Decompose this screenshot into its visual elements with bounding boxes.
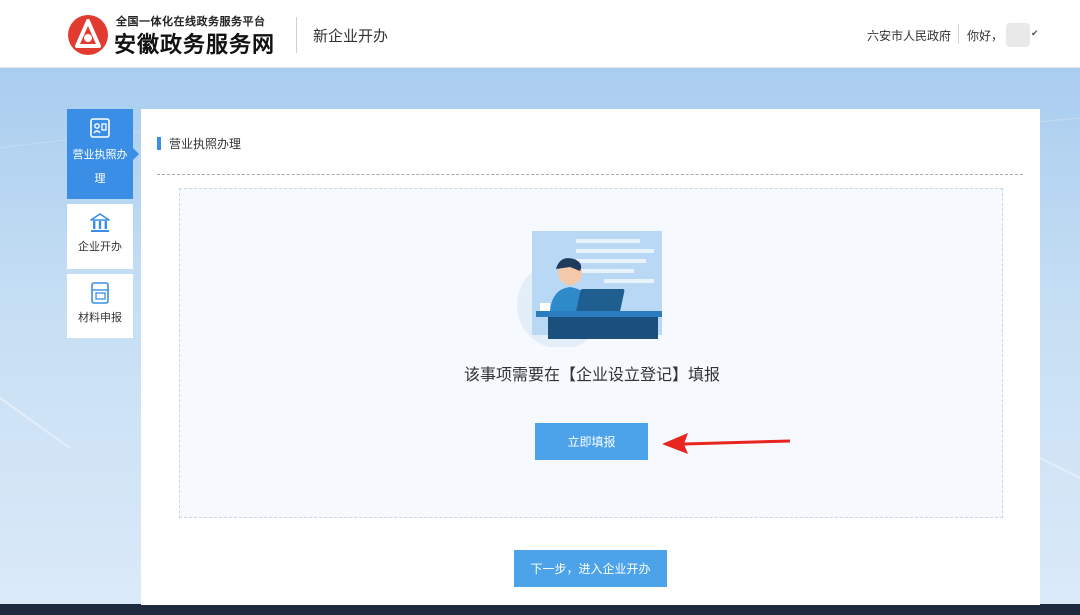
sidebar-item-company-setup[interactable]: 企业开办 [67,204,133,269]
footer-bar [0,604,1080,615]
chevron-down-icon[interactable]: ✔ [1031,29,1039,39]
section-title: 营业执照办理 [169,137,242,151]
city-government-link[interactable]: 六安市人民政府 [867,27,951,44]
active-tab-pointer [133,148,139,160]
main-panel: 营业执照办理 该事项需要在【企业设立登记】填报 立即填报 下一步，进入企业开办 [141,109,1040,605]
sidebar-item-label: 营业执照办理 [72,148,128,185]
user-greeting: 你好， [967,29,1004,43]
section-marker [157,137,161,150]
license-icon [90,118,110,138]
notice-text: 该事项需要在【企业设立登记】填报 [463,365,720,384]
section-divider [157,174,1023,175]
logo-title[interactable]: 安徽政务服务网 [114,27,275,59]
next-step-button[interactable]: 下一步，进入企业开办 [514,550,667,587]
sidebar-item-materials[interactable]: 材料申报 [67,274,133,338]
sidebar-item-label: 企业开办 [78,240,122,253]
sidebar-item-license[interactable]: 营业执照办理 [67,109,133,199]
red-arrow-icon [662,433,791,454]
page-title: 新企业开办 [313,27,389,45]
anhui-logo-icon[interactable] [67,14,109,56]
fill-now-button[interactable]: 立即填报 [535,423,648,460]
document-folder-icon [91,282,109,304]
bank-building-icon [90,213,110,232]
top-header: 全国一体化在线政务服务平台 安徽政务服务网 新企业开办 六安市人民政府 你好， … [0,0,1080,68]
office-worker-illustration [517,231,662,347]
header-divider [296,17,297,53]
sidebar-item-label: 材料申报 [78,311,122,324]
notice-box: 该事项需要在【企业设立登记】填报 立即填报 [179,188,1003,518]
user-avatar[interactable] [1006,23,1030,47]
user-divider [958,24,959,44]
